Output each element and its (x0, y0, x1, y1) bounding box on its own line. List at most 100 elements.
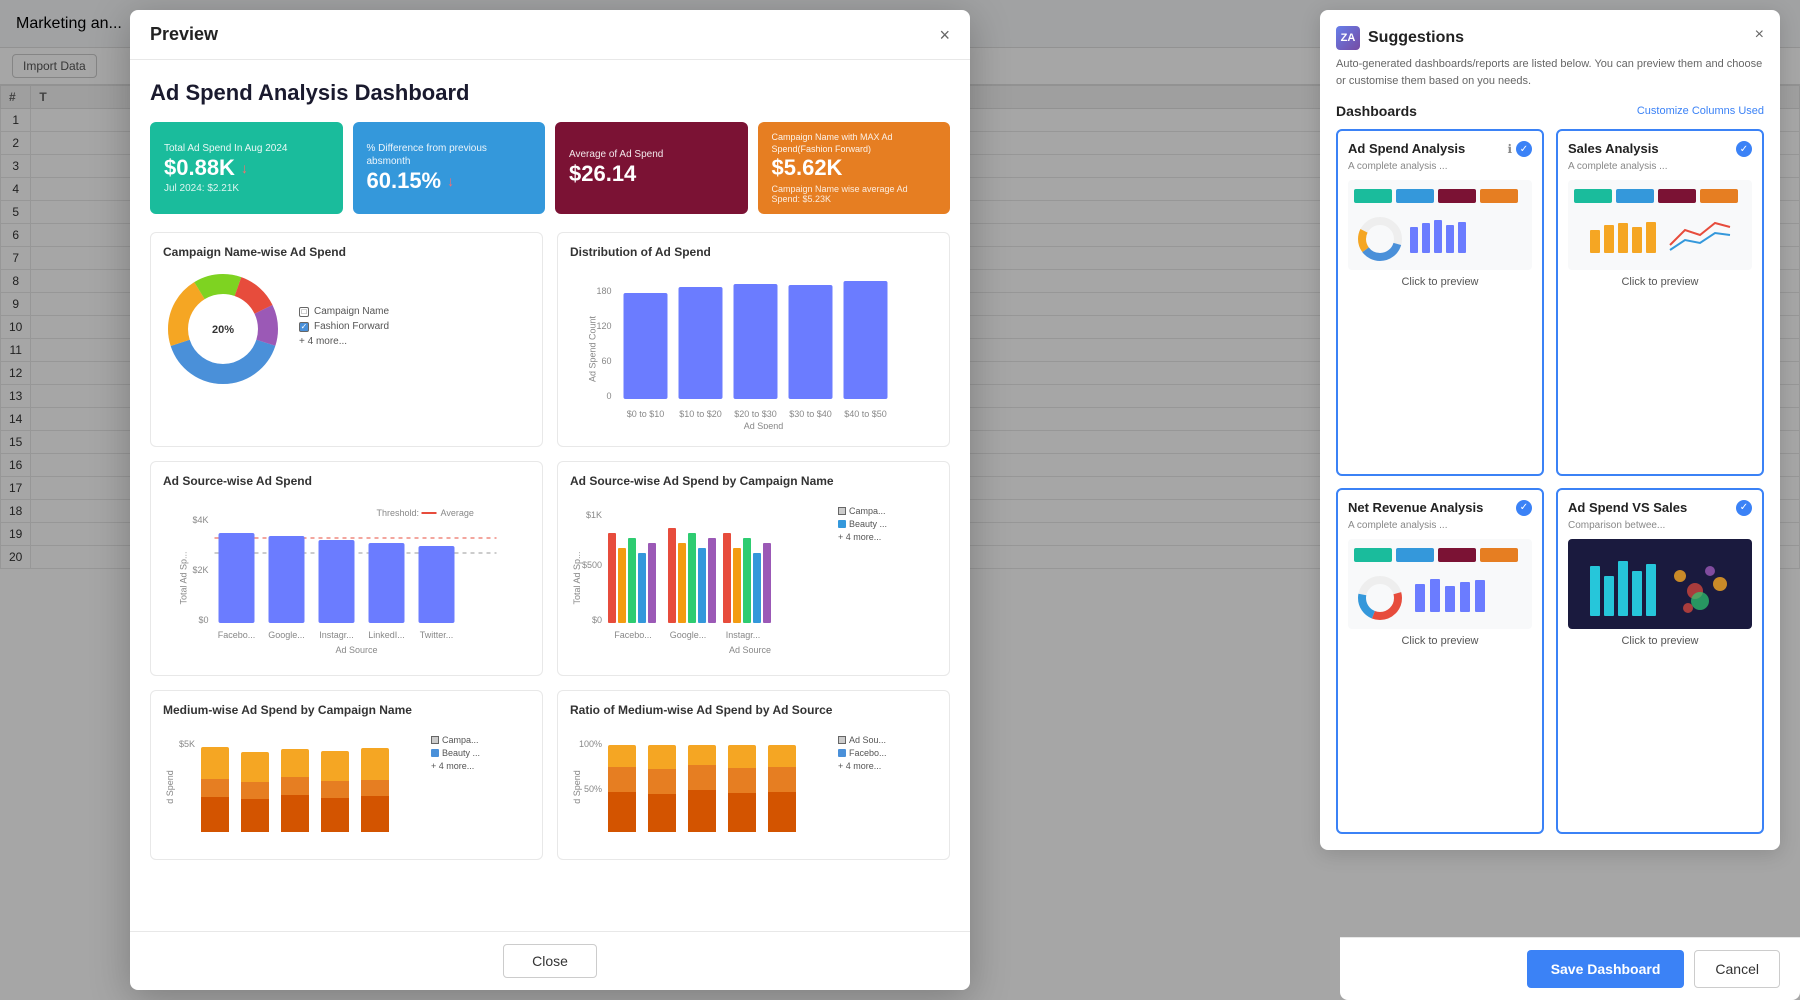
svg-text:Instagr...: Instagr... (726, 630, 761, 640)
chart-title-campaign: Ad Source-wise Ad Spend by Campaign Name (570, 474, 937, 488)
modal-header: Preview × (130, 10, 970, 60)
chart-dist: Distribution of Ad Spend 180 120 60 0 Ad… (557, 232, 950, 447)
kpi-arrow-1: ↓ (241, 160, 248, 176)
kpi-label-2: % Difference from previous absmonth (367, 142, 532, 168)
campaign-chart-wrapper: Total Ad Sp... $1K $500 $0 (570, 498, 937, 658)
svg-text:120: 120 (596, 321, 611, 331)
ratio-legend: Ad Sou... Facebo... + 4 more... (838, 727, 887, 847)
preview-svg-3 (1350, 544, 1530, 624)
dash-card-3-icons: ✓ (1516, 500, 1532, 516)
chart-title-medium: Medium-wise Ad Spend by Campaign Name (163, 703, 530, 717)
svg-text:Total Ad Sp...: Total Ad Sp... (572, 551, 582, 604)
kpi-card-3: Average of Ad Spend $26.14 (555, 122, 748, 214)
suggestions-close-button[interactable]: × (1755, 26, 1764, 44)
chart-title-ratio: Ratio of Medium-wise Ad Spend by Ad Sour… (570, 703, 937, 717)
svg-text:$0: $0 (198, 615, 208, 625)
chart-donut: Campaign Name-wise Ad Spend 20% □ (150, 232, 543, 447)
svg-text:Instagr...: Instagr... (319, 630, 354, 640)
campaign-chart-svg: Total Ad Sp... $1K $500 $0 (570, 498, 830, 658)
ratio-chart-wrapper: d Spend 100% 50% (570, 727, 937, 847)
dash-card-1-preview (1348, 180, 1532, 270)
dash-card-4-title: Ad Spend VS Sales (1568, 500, 1736, 515)
svg-text:Ad Spend: Ad Spend (744, 421, 784, 429)
close-button[interactable]: Close (503, 944, 597, 978)
svg-text:20%: 20% (212, 324, 234, 336)
info-icon-1[interactable]: ℹ (1507, 142, 1512, 156)
dash-card-1-sub: A complete analysis ... (1348, 161, 1532, 172)
kpi-value-3: $26.14 (569, 161, 734, 187)
dash-card-3-title: Net Revenue Analysis (1348, 500, 1516, 515)
svg-text:0: 0 (606, 391, 611, 401)
charts-row-2: Ad Source-wise Ad Spend Total Ad Sp... $… (150, 461, 950, 676)
chart-medium: Medium-wise Ad Spend by Campaign Name d … (150, 690, 543, 860)
kpi-card-2: % Difference from previous absmonth 60.1… (353, 122, 546, 214)
kpi-label-1: Total Ad Spend In Aug 2024 (164, 142, 329, 155)
preview-svg-4 (1580, 546, 1740, 621)
svg-text:$30 to $40: $30 to $40 (789, 409, 832, 419)
suggestions-title-row: ZA Suggestions (1336, 26, 1464, 50)
dash-card-4-preview (1568, 539, 1752, 629)
svg-text:Ad Spend Count: Ad Spend Count (588, 315, 598, 382)
kpi-value-2: 60.15% (367, 168, 442, 194)
action-bar: Save Dashboard Cancel (1340, 937, 1800, 1000)
dash-card-4-sub: Comparison betwee... (1568, 520, 1752, 531)
dash-card-vs-sales[interactable]: Ad Spend VS Sales ✓ Comparison betwee... (1556, 488, 1764, 835)
cancel-button[interactable]: Cancel (1694, 950, 1780, 988)
dash-card-ad-spend[interactable]: Ad Spend Analysis ℹ ✓ A complete analysi… (1336, 129, 1544, 476)
modal-close-button[interactable]: × (939, 26, 950, 44)
kpi-row: Total Ad Spend In Aug 2024 $0.88K ↓ Jul … (150, 122, 950, 214)
modal-footer: Close (130, 931, 970, 990)
svg-text:Facebo...: Facebo... (218, 630, 256, 640)
dashboard-cards-grid: Ad Spend Analysis ℹ ✓ A complete analysi… (1336, 129, 1764, 834)
svg-text:$5K: $5K (179, 739, 195, 749)
check-icon-1: ✓ (1516, 141, 1532, 157)
legend-checkbox-2: ✓ (299, 322, 309, 332)
source-chart-svg: Total Ad Sp... $4K $2K $0 Threshold: Ave… (163, 498, 530, 658)
svg-text:$20 to $30: $20 to $30 (734, 409, 777, 419)
customize-link[interactable]: Customize Columns Used (1637, 105, 1764, 117)
legend-item-2: ✓ Fashion Forward (299, 321, 389, 332)
svg-text:Ad Source: Ad Source (729, 645, 771, 655)
chart-title-source: Ad Source-wise Ad Spend (163, 474, 530, 488)
modal-body: Ad Spend Analysis Dashboard Total Ad Spe… (130, 60, 970, 931)
ratio-chart-svg: d Spend 100% 50% (570, 727, 830, 847)
svg-text:d Spend: d Spend (165, 770, 175, 804)
donut-legend: □ Campaign Name ✓ Fashion Forward + 4 mo… (299, 306, 389, 351)
check-icon-2: ✓ (1736, 141, 1752, 157)
suggestions-title: Suggestions (1368, 29, 1464, 47)
svg-text:$40 to $50: $40 to $50 (844, 409, 887, 419)
dashboards-header: Dashboards Customize Columns Used (1336, 103, 1764, 119)
svg-text:Facebo...: Facebo... (614, 630, 652, 640)
legend-label-3: + 4 more... (299, 336, 347, 347)
svg-text:$10 to $20: $10 to $20 (679, 409, 722, 419)
dash-card-3-preview (1348, 539, 1532, 629)
dash-card-3-sub: A complete analysis ... (1348, 520, 1532, 531)
charts-row-3: Medium-wise Ad Spend by Campaign Name d … (150, 690, 950, 860)
svg-text:Google...: Google... (268, 630, 305, 640)
kpi-label-3: Average of Ad Spend (569, 148, 734, 161)
dash-card-2-click: Click to preview (1568, 276, 1752, 288)
kpi-sub-1: Jul 2024: $2.21K (164, 183, 329, 194)
dash-card-2-header: Sales Analysis ✓ (1568, 141, 1752, 157)
dash-card-sales[interactable]: Sales Analysis ✓ A complete analysis ... (1556, 129, 1764, 476)
dashboards-label: Dashboards (1336, 103, 1417, 119)
svg-text:LinkedI...: LinkedI... (368, 630, 405, 640)
svg-text:$500: $500 (582, 560, 602, 570)
save-dashboard-button[interactable]: Save Dashboard (1527, 950, 1685, 988)
legend-label-1: Campaign Name (314, 306, 389, 317)
dash-card-1-click: Click to preview (1348, 276, 1532, 288)
svg-text:100%: 100% (579, 739, 602, 749)
dash-card-revenue[interactable]: Net Revenue Analysis ✓ A complete analys… (1336, 488, 1544, 835)
legend-checkbox-1: □ (299, 307, 309, 317)
suggestions-panel: ZA Suggestions × Auto-generated dashboar… (1320, 10, 1780, 850)
charts-row-1: Campaign Name-wise Ad Spend 20% □ (150, 232, 950, 447)
suggestions-description: Auto-generated dashboards/reports are li… (1336, 56, 1764, 89)
dash-card-4-click: Click to preview (1568, 635, 1752, 647)
kpi-sub-4: Campaign Name wise average Ad Spend: $5.… (772, 184, 937, 204)
svg-text:$4K: $4K (192, 515, 208, 525)
svg-text:50%: 50% (584, 784, 602, 794)
dist-chart-svg: 180 120 60 0 Ad Spend Count $0 to $10 $1… (570, 269, 937, 429)
svg-text:Twitter...: Twitter... (420, 630, 454, 640)
svg-text:Total Ad Sp...: Total Ad Sp... (179, 551, 189, 604)
svg-text:Threshold:: Threshold: (377, 508, 420, 518)
